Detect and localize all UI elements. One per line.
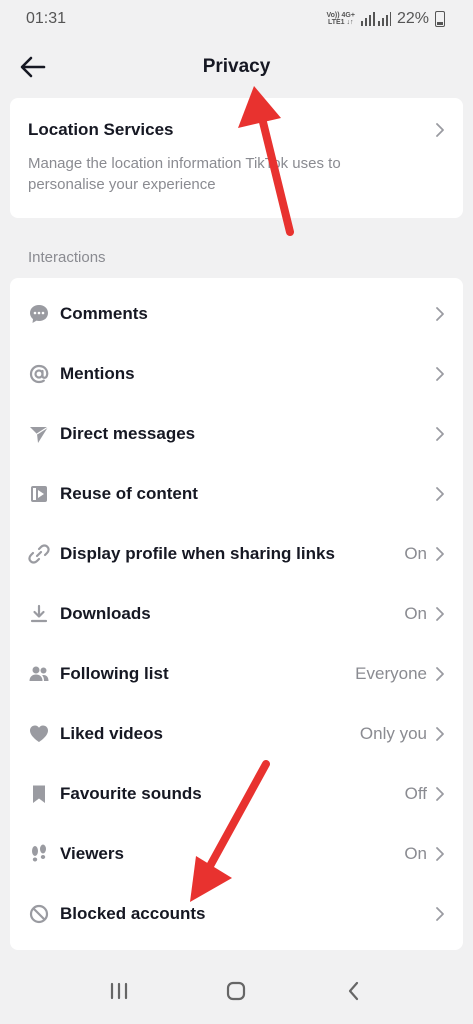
row-mentions[interactable]: Mentions: [10, 344, 463, 404]
download-icon: [30, 604, 48, 623]
battery-percent: 22%: [396, 10, 429, 27]
chevron-right-icon: [436, 367, 444, 381]
row-value: On: [404, 544, 427, 563]
section-label-interactions: Interactions: [28, 249, 106, 266]
recent-apps-icon[interactable]: [104, 976, 134, 1006]
row-display-profile-sharing-links[interactable]: Display profile when sharing links On: [10, 524, 463, 584]
row-label: Downloads: [60, 604, 151, 623]
row-value: On: [404, 844, 427, 863]
battery-icon: [435, 11, 445, 27]
row-label: Liked videos: [60, 724, 163, 743]
row-label: Following list: [60, 664, 169, 683]
home-icon[interactable]: [221, 976, 251, 1006]
interactions-list: Comments Mentions Direct messages Reuse …: [10, 278, 463, 950]
chevron-right-icon: [436, 123, 444, 137]
row-value: Only you: [359, 724, 427, 743]
row-value: Off: [404, 784, 427, 803]
row-label: Reuse of content: [60, 484, 198, 503]
chevron-right-icon: [436, 667, 444, 681]
row-value: Everyone: [355, 664, 427, 683]
location-services-title: Location Services: [28, 120, 174, 139]
header: Privacy: [0, 38, 473, 96]
row-label: Viewers: [60, 844, 124, 863]
heart-icon: [30, 725, 48, 742]
row-label: Direct messages: [60, 424, 196, 443]
bookmark-icon: [33, 785, 45, 803]
chevron-right-icon: [436, 487, 444, 501]
row-label: Blocked accounts: [60, 904, 206, 923]
link-icon: [28, 544, 50, 564]
send-icon: [30, 426, 49, 443]
row-direct-messages[interactable]: Direct messages: [10, 404, 463, 464]
row-label: Mentions: [60, 364, 135, 383]
location-services-item[interactable]: Location Services Manage the location in…: [10, 98, 463, 218]
chevron-right-icon: [436, 307, 444, 321]
chevron-right-icon: [436, 547, 444, 561]
row-value: On: [404, 604, 427, 623]
chevron-right-icon: [436, 607, 444, 621]
block-icon: [29, 904, 49, 924]
row-following-list[interactable]: Following list Everyone: [10, 644, 463, 704]
row-liked-videos[interactable]: Liked videos Only you: [10, 704, 463, 764]
chevron-right-icon: [436, 907, 444, 921]
status-time: 01:31: [26, 10, 67, 27]
signal-icon: [360, 12, 391, 26]
row-viewers[interactable]: Viewers On: [10, 824, 463, 884]
status-bar: 01:31 Vo)) 4G+ LTE1 ↓↑ 22%: [0, 0, 473, 38]
people-icon: [29, 666, 49, 681]
row-label: Favourite sounds: [60, 784, 202, 803]
row-label: Comments: [60, 304, 148, 323]
row-reuse-of-content[interactable]: Reuse of content: [10, 464, 463, 524]
row-blocked-accounts[interactable]: Blocked accounts: [10, 884, 463, 944]
back-nav-icon[interactable]: [339, 976, 369, 1006]
back-arrow-icon[interactable]: [18, 52, 48, 82]
at-icon: [29, 364, 49, 384]
chevron-right-icon: [436, 427, 444, 441]
network-indicator: Vo)) 4G+ LTE1 ↓↑: [326, 12, 355, 26]
comment-icon: [30, 305, 48, 323]
status-icons: Vo)) 4G+ LTE1 ↓↑ 22%: [326, 10, 445, 28]
chevron-right-icon: [436, 787, 444, 801]
row-comments[interactable]: Comments: [10, 284, 463, 344]
location-services-description: Manage the location information TikTok u…: [28, 155, 341, 193]
reuse-icon: [31, 486, 47, 502]
row-downloads[interactable]: Downloads On: [10, 584, 463, 644]
system-nav-bar: [0, 958, 473, 1024]
chevron-right-icon: [436, 847, 444, 861]
chevron-right-icon: [436, 727, 444, 741]
row-favourite-sounds[interactable]: Favourite sounds Off: [10, 764, 463, 824]
page-title: Privacy: [202, 56, 271, 77]
row-label: Display profile when sharing links: [60, 544, 335, 563]
footprints-icon: [32, 844, 46, 862]
